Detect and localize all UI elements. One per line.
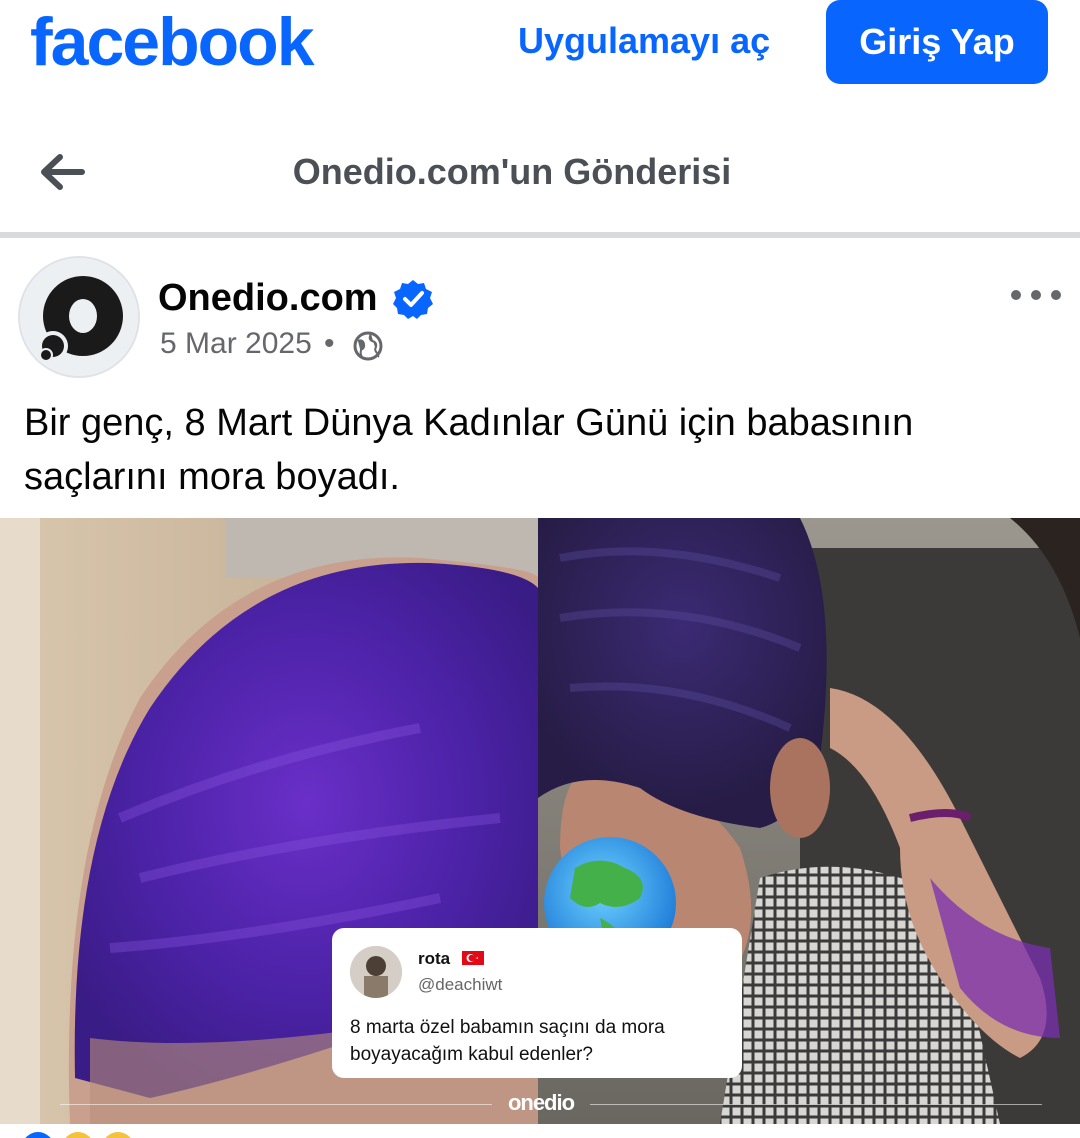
tweet-card: rota @deachiwt 8 marta özel babamın saçı… bbox=[332, 928, 742, 1078]
onedio-logo-icon bbox=[21, 259, 137, 375]
wow-reaction-icon bbox=[105, 1132, 131, 1138]
onedio-watermark: onedio bbox=[507, 1090, 575, 1115]
header-divider bbox=[0, 232, 1080, 238]
open-app-link[interactable]: Uygulamayı aç bbox=[518, 18, 770, 64]
watermark-line-left bbox=[60, 1104, 492, 1105]
tweet-handle: @deachiwt bbox=[418, 975, 503, 994]
tweet-text: 8 marta özel babamın saçını da mora boya… bbox=[350, 1017, 665, 1065]
tweet-author-name: rota bbox=[418, 949, 451, 968]
post-text: Bir genç, 8 Mart Dünya Kadınlar Günü içi… bbox=[24, 402, 914, 498]
login-button[interactable]: Giriş Yap bbox=[826, 0, 1048, 84]
post-header: Onedio.com'un Gönderisi bbox=[0, 118, 1080, 230]
page-title: Onedio.com'un Gönderisi bbox=[292, 151, 732, 192]
reaction-icons[interactable] bbox=[20, 1130, 160, 1138]
more-options-icon[interactable] bbox=[1010, 284, 1062, 306]
top-bar: facebook Uygulamayı aç Giriş Yap bbox=[0, 0, 1080, 110]
verified-badge-icon bbox=[393, 280, 433, 319]
globe-icon bbox=[353, 331, 383, 361]
haha-reaction-icon bbox=[65, 1132, 91, 1138]
tweet-avatar bbox=[350, 946, 402, 998]
facebook-logo[interactable]: facebook bbox=[30, 2, 315, 82]
turkey-flag-icon bbox=[462, 951, 484, 965]
meta-separator: • bbox=[324, 327, 335, 360]
author-avatar[interactable] bbox=[18, 256, 140, 378]
watermark-line-right bbox=[590, 1104, 1042, 1105]
facebook-post-page: facebook Uygulamayı aç Giriş Yap Onedio.… bbox=[0, 0, 1080, 1138]
post-date[interactable]: 5 Mar 2025 bbox=[160, 324, 312, 364]
author-name[interactable]: Onedio.com bbox=[158, 274, 378, 322]
like-reaction-icon bbox=[25, 1132, 51, 1138]
